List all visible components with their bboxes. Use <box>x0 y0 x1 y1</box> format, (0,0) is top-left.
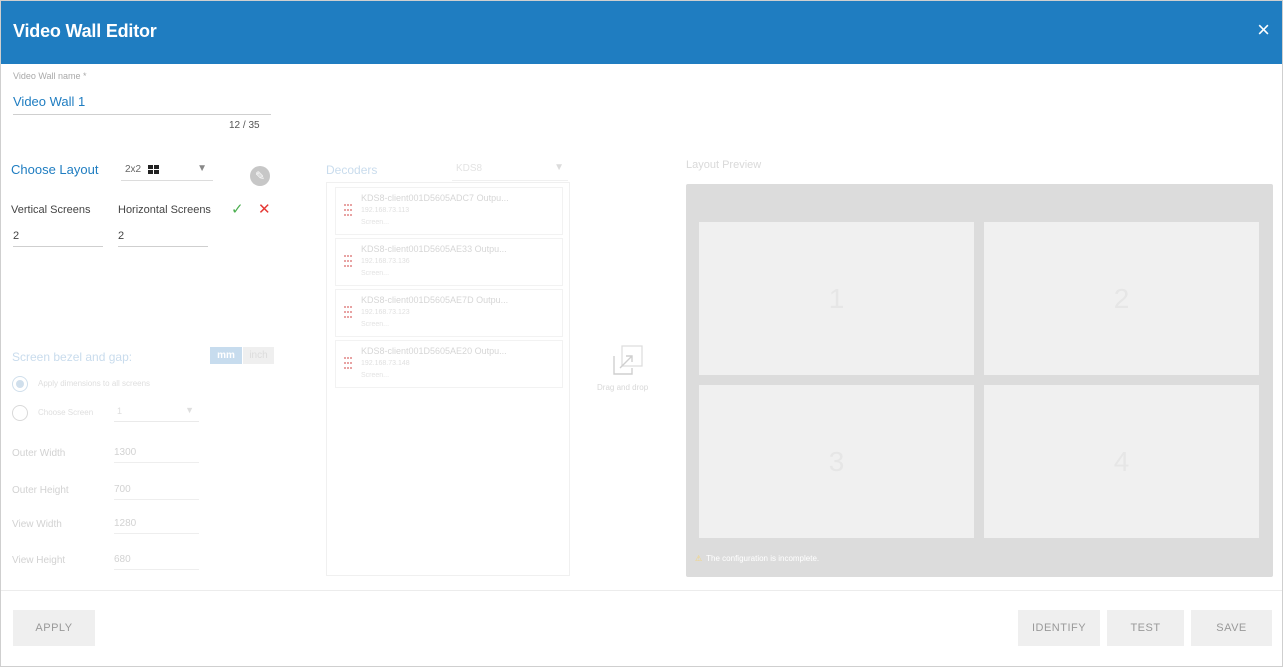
preview-screen-number: 3 <box>828 445 845 477</box>
close-icon[interactable]: × <box>1257 19 1270 41</box>
video-wall-name-input[interactable] <box>13 89 271 115</box>
name-field-label: Video Wall name * <box>13 71 87 81</box>
preview-screen-cell[interactable]: 4 <box>984 385 1259 538</box>
drag-grip-icon <box>344 357 352 369</box>
outer-width-input[interactable] <box>114 443 199 463</box>
layout-preview-panel: 1 2 3 4 ⚠ The configuration is incomplete… <box>686 184 1273 577</box>
preview-screen-cell[interactable]: 2 <box>984 222 1259 375</box>
decoders-title: Decoders <box>326 163 378 177</box>
decoder-screen: Screen... <box>361 270 390 277</box>
preview-screen-number: 1 <box>828 282 845 314</box>
save-button[interactable]: SAVE <box>1191 610 1272 646</box>
confirm-check-icon[interactable]: ✓ <box>231 200 244 218</box>
decoder-item[interactable]: KDS8-client001D5605AE7D Outpu... 192.168… <box>335 289 563 337</box>
decoder-ip: 192.168.73.123 <box>361 309 410 316</box>
video-wall-editor-dialog: Video Wall Editor × Video Wall name * 12… <box>0 0 1283 667</box>
decoder-name: KDS8-client001D5605AE33 Outpu... <box>361 244 507 254</box>
bezel-gap-title: Screen bezel and gap: <box>12 350 133 364</box>
test-button[interactable]: TEST <box>1107 610 1184 646</box>
horizontal-screens-label: Horizontal Screens <box>118 204 211 216</box>
decoder-item[interactable]: KDS8-client001D5605ADC7 Outpu... 192.168… <box>335 187 563 235</box>
outer-height-label: Outer Height <box>12 485 69 496</box>
decoders-filter-value: KDS8 <box>456 163 483 174</box>
horizontal-screens-input[interactable] <box>118 225 208 247</box>
outer-width-label: Outer Width <box>12 448 66 459</box>
vertical-screens-label: Vertical Screens <box>11 204 91 216</box>
preview-screen-number: 2 <box>1113 282 1130 314</box>
choose-screen-select[interactable]: 1 ▼ <box>114 402 199 422</box>
chevron-down-icon: ▼ <box>197 163 207 174</box>
decoder-item[interactable]: KDS8-client001D5605AE33 Outpu... 192.168… <box>335 238 563 286</box>
layout-select-value: 2x2 <box>125 164 142 175</box>
decoder-name: KDS8-client001D5605ADC7 Outpu... <box>361 193 509 203</box>
layout-select[interactable]: 2x2 ▼ <box>121 159 213 181</box>
decoder-ip: 192.168.73.148 <box>361 360 410 367</box>
configuration-warning: ⚠ The configuration is incomplete. <box>695 554 819 563</box>
decoder-ip: 192.168.73.113 <box>361 207 410 214</box>
decoder-name: KDS8-client001D5605AE20 Outpu... <box>361 346 507 356</box>
decoder-screen: Screen... <box>361 321 390 328</box>
chevron-down-icon: ▼ <box>554 162 564 173</box>
decoders-list: KDS8-client001D5605ADC7 Outpu... 192.168… <box>326 182 570 576</box>
drag-and-drop-icon <box>613 345 643 375</box>
choose-screen-radio[interactable] <box>12 405 28 421</box>
decoder-screen: Screen... <box>361 372 390 379</box>
decoder-name: KDS8-client001D5605AE7D Outpu... <box>361 295 509 305</box>
dialog-header: Video Wall Editor × <box>1 1 1282 64</box>
decoder-item[interactable]: KDS8-client001D5605AE20 Outpu... 192.168… <box>335 340 563 388</box>
grid-2x2-icon <box>148 165 159 174</box>
choose-screen-label: Choose Screen <box>38 408 94 417</box>
apply-all-radio[interactable] <box>12 376 28 392</box>
view-height-input[interactable] <box>114 550 199 570</box>
choose-screen-value: 1 <box>117 406 123 416</box>
warning-icon: ⚠ <box>695 554 703 563</box>
decoders-filter-select[interactable]: KDS8 ▼ <box>452 159 568 181</box>
drag-grip-icon <box>344 255 352 267</box>
drag-grip-icon <box>344 204 352 216</box>
choose-layout-label: Choose Layout <box>11 162 99 177</box>
preview-screen-cell[interactable]: 3 <box>699 385 974 538</box>
view-width-label: View Width <box>12 519 62 530</box>
vertical-screens-input[interactable] <box>13 225 103 247</box>
unit-mm-toggle[interactable]: mm <box>210 347 242 364</box>
apply-all-label: Apply dimensions to all screens <box>38 379 151 388</box>
edit-icon[interactable]: ✎ <box>250 166 270 186</box>
preview-screen-number: 4 <box>1113 445 1130 477</box>
drag-grip-icon <box>344 306 352 318</box>
name-char-counter: 12 / 35 <box>229 120 260 131</box>
cancel-cross-icon[interactable]: ✕ <box>258 200 271 218</box>
outer-height-input[interactable] <box>114 480 199 500</box>
apply-button[interactable]: APPLY <box>13 610 95 646</box>
preview-screen-cell[interactable]: 1 <box>699 222 974 375</box>
identify-button[interactable]: IDENTIFY <box>1018 610 1100 646</box>
decoder-ip: 192.168.73.136 <box>361 258 410 265</box>
layout-preview-title: Layout Preview <box>686 159 762 171</box>
warning-text: The configuration is incomplete. <box>706 554 820 563</box>
drag-and-drop-label: Drag and drop <box>597 383 649 392</box>
footer-divider <box>1 590 1282 591</box>
decoder-screen: Screen... <box>361 219 390 226</box>
dialog-title: Video Wall Editor <box>13 21 157 41</box>
unit-inch-toggle[interactable]: inch <box>243 347 274 364</box>
view-width-input[interactable] <box>114 514 199 534</box>
view-height-label: View Height <box>12 555 66 566</box>
chevron-down-icon: ▼ <box>185 405 194 415</box>
